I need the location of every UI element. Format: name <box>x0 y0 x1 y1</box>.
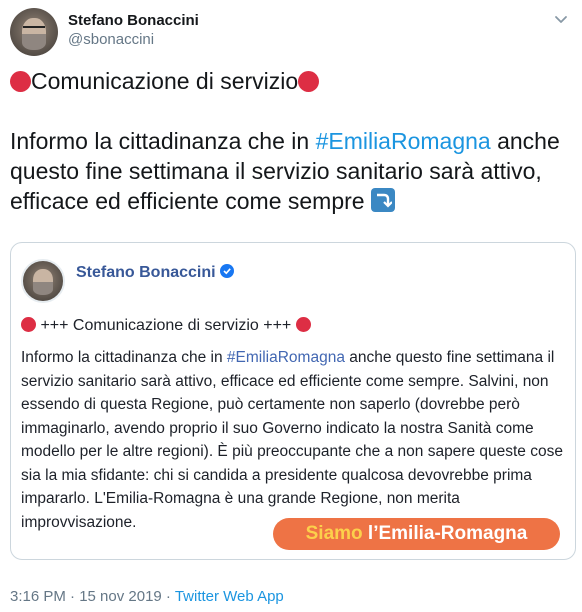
card-author-name: Stefano Bonaccini <box>76 264 216 281</box>
red-circle-icon <box>21 317 36 332</box>
source-link[interactable]: Twitter Web App <box>175 588 284 605</box>
tweet-body-start: Informo la cittadinanza che in <box>10 128 316 154</box>
timestamp[interactable]: 3:16 PM · 15 nov 2019 · <box>10 588 175 605</box>
card-body-start: Informo la cittadinanza che in <box>21 349 227 366</box>
tweet-header: Stefano Bonaccini @sbonaccini <box>10 8 199 56</box>
red-circle-icon <box>10 71 31 92</box>
card-body-end: anche questo fine settimana il servizio … <box>21 349 563 531</box>
red-circle-icon <box>298 71 320 92</box>
banner-rest: l’Emilia-Romagna <box>362 523 528 544</box>
card-title-text: +++ Comunicazione di servizio +++ <box>36 317 296 334</box>
author-handle[interactable]: @sbonaccini <box>68 30 199 50</box>
card-hashtag: #EmiliaRomagna <box>226 349 345 366</box>
campaign-banner: Siamo l’Emilia-Romagna <box>273 518 560 550</box>
chevron-down-icon[interactable] <box>554 12 568 26</box>
arrow-right-curving-down-icon <box>370 188 395 212</box>
verified-badge-icon <box>219 264 234 278</box>
tweet-body: Informo la cittadinanza che in #EmiliaRo… <box>10 126 570 216</box>
banner-siamo: Siamo <box>305 523 363 544</box>
tweet-title: Comunicazione di servizio <box>31 68 299 94</box>
avatar[interactable] <box>10 8 58 56</box>
card-title: +++ Comunicazione di servizio +++ <box>21 317 311 335</box>
tweet-title-line: Comunicazione di servizio <box>10 66 570 96</box>
embedded-image-card[interactable]: Stefano Bonaccini +++ Comunicazione di s… <box>10 242 576 560</box>
hashtag-link[interactable]: #EmiliaRomagna <box>316 128 491 154</box>
red-circle-icon <box>295 317 311 332</box>
card-avatar <box>21 259 65 303</box>
tweet-text: Comunicazione di servizio Informo la cit… <box>10 66 570 216</box>
card-author: Stefano Bonaccini <box>76 264 234 282</box>
author-names: Stefano Bonaccini @sbonaccini <box>68 12 199 50</box>
author-display-name[interactable]: Stefano Bonaccini <box>68 12 199 30</box>
card-body: Informo la cittadinanza che in #EmiliaRo… <box>21 346 566 534</box>
tweet-meta: 3:16 PM · 15 nov 2019 · Twitter Web App <box>10 588 284 605</box>
